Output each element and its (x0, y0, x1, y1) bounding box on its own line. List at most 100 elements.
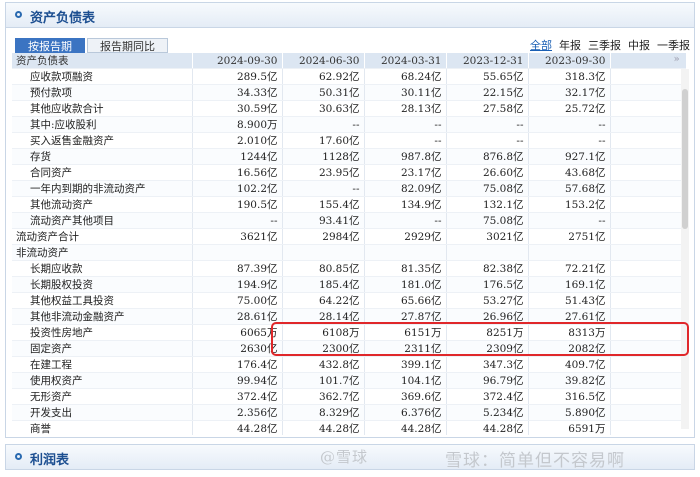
row-value: 75.08亿 (445, 212, 528, 229)
row-value: 43.68亿 (527, 164, 610, 181)
row-value: 927.1亿 (527, 148, 610, 165)
row-value: 44.28亿 (445, 420, 528, 435)
header-col: 2023-12-31 (446, 53, 529, 69)
row-spacer (609, 292, 686, 309)
table-row: 一年内到期的非流动资产 102.2亿 -- 82.09亿 75.08亿 57.68亿 (12, 180, 686, 197)
row-label: 其他流动资产 (12, 196, 192, 213)
row-value: 102.2亿 (191, 180, 282, 197)
row-label: 投资性房地产 (12, 324, 192, 341)
row-value: 87.39亿 (191, 260, 282, 277)
table-row: 在建工程 176.4亿 432.8亿 399.1亿 347.3亿 409.7亿 (12, 356, 686, 373)
row-value: 347.3亿 (445, 356, 528, 373)
scrollbar-thumb[interactable] (682, 89, 688, 229)
row-spacer (609, 196, 686, 213)
row-value (527, 244, 610, 261)
row-value: 53.27亿 (445, 292, 528, 309)
table-row: 非流动资产 (12, 244, 686, 261)
row-value: 44.28亿 (281, 420, 364, 435)
row-value: 96.79亿 (445, 372, 528, 389)
row-value: 8.329亿 (281, 404, 364, 421)
row-value: 57.68亿 (527, 180, 610, 197)
row-value: 68.24亿 (363, 68, 446, 85)
row-spacer (609, 180, 686, 197)
row-value: 72.21亿 (527, 260, 610, 277)
row-value: 6.376亿 (363, 404, 446, 421)
row-value: 55.65亿 (445, 68, 528, 85)
row-value: 185.4亿 (281, 276, 364, 293)
table-row: 长期应收款 87.39亿 80.85亿 81.35亿 82.38亿 72.21亿 (12, 260, 686, 277)
balance-table-container: 资产负债表 2024-09-30 2024-06-30 2024-03-31 2… (12, 53, 686, 435)
row-value: 409.7亿 (527, 356, 610, 373)
filter-q3[interactable]: 三季报 (588, 37, 621, 53)
row-value: 372.4亿 (191, 388, 282, 405)
row-value: 39.82亿 (527, 372, 610, 389)
row-label: 在建工程 (12, 356, 192, 373)
row-value: 23.17亿 (363, 164, 446, 181)
row-label: 无形资产 (12, 388, 192, 405)
row-spacer (609, 420, 686, 435)
balance-sheet-header: 资产负债表 (5, 2, 695, 28)
header-col: 2024-03-31 (364, 53, 447, 69)
filter-all[interactable]: 全部 (530, 37, 552, 53)
row-value: -- (281, 180, 364, 197)
row-value: 34.33亿 (191, 84, 282, 101)
row-label: 其他非流动金融资产 (12, 308, 192, 325)
row-label: 买入返售金融资产 (12, 132, 192, 149)
row-value: 181.0亿 (363, 276, 446, 293)
row-value: 2751亿 (527, 228, 610, 245)
table-row: 长期股权投资 194.9亿 185.4亿 181.0亿 176.5亿 169.1亿 (12, 276, 686, 293)
row-value: 30.59亿 (191, 100, 282, 117)
row-label: 流动资产其他项目 (12, 212, 192, 229)
header-label: 资产负债表 (12, 53, 193, 69)
row-spacer (609, 244, 686, 261)
row-label: 预付款项 (12, 84, 192, 101)
row-value: 30.63亿 (281, 100, 364, 117)
row-label: 一年内到期的非流动资产 (12, 180, 192, 197)
table-row: 买入返售金融资产 2.010亿 17.60亿 -- -- -- (12, 132, 686, 149)
filter-annual[interactable]: 年报 (559, 37, 581, 53)
tab-yoy[interactable]: 报告期同比 (87, 38, 168, 53)
row-value: 65.66亿 (363, 292, 446, 309)
row-value: 362.7亿 (281, 388, 364, 405)
row-value: -- (363, 116, 446, 133)
row-spacer (609, 356, 686, 373)
row-value: 6065万 (191, 324, 282, 341)
row-value: 32.17亿 (527, 84, 610, 101)
tab-by-period[interactable]: 按报告期 (15, 38, 85, 53)
row-spacer (609, 404, 686, 421)
row-value (445, 244, 528, 261)
row-value: 93.41亿 (281, 212, 364, 229)
row-spacer (609, 84, 686, 101)
row-value (281, 244, 364, 261)
scroll-right-icon[interactable]: » (672, 53, 682, 66)
row-value: 1244亿 (191, 148, 282, 165)
row-spacer (609, 68, 686, 85)
section-title: 资产负债表 (30, 11, 96, 26)
row-label: 使用权资产 (12, 372, 192, 389)
table-row: 应收款项融资 289.5亿 62.92亿 68.24亿 55.65亿 318.3亿 (12, 68, 686, 85)
header-col: 2024-06-30 (282, 53, 365, 69)
row-value: 987.8亿 (363, 148, 446, 165)
row-spacer (609, 372, 686, 389)
row-value: 82.09亿 (363, 180, 446, 197)
filter-q1[interactable]: 一季报 (657, 37, 690, 53)
filter-interim[interactable]: 中报 (628, 37, 650, 53)
row-label: 存货 (12, 148, 192, 165)
row-value (363, 244, 446, 261)
table-row: 开发支出 2.356亿 8.329亿 6.376亿 5.234亿 5.890亿 (12, 404, 686, 421)
section-bullet-icon (15, 453, 22, 460)
table-scrollbar[interactable] (681, 69, 689, 429)
row-label: 其他应收款合计 (12, 100, 192, 117)
row-value: 22.15亿 (445, 84, 528, 101)
row-value: 81.35亿 (363, 260, 446, 277)
table-row: 使用权资产 99.94亿 101.7亿 104.1亿 96.79亿 39.82亿 (12, 372, 686, 389)
row-label: 应收款项融资 (12, 68, 192, 85)
table-row: 无形资产 372.4亿 362.7亿 369.6亿 372.4亿 316.5亿 (12, 388, 686, 405)
row-spacer (609, 212, 686, 229)
row-value: -- (527, 116, 610, 133)
row-value: 176.4亿 (191, 356, 282, 373)
row-value: 190.5亿 (191, 196, 282, 213)
row-value: -- (281, 116, 364, 133)
row-spacer (609, 164, 686, 181)
row-value: 75.08亿 (445, 180, 528, 197)
